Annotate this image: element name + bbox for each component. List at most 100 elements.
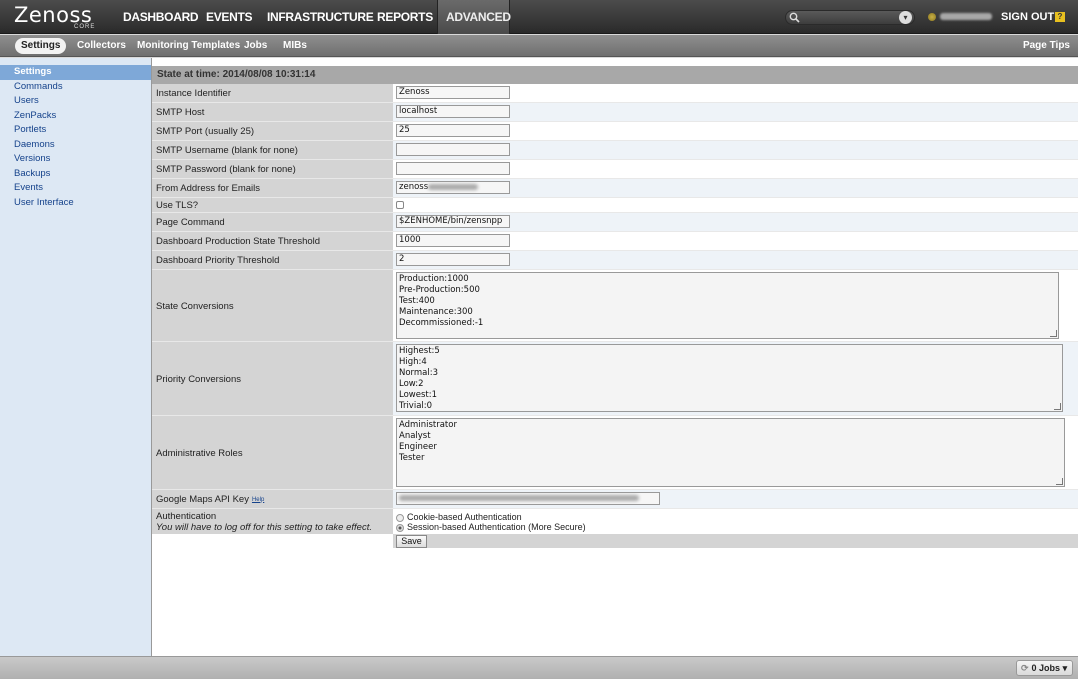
redacted-api-key	[399, 494, 639, 501]
smtp-password-input[interactable]	[396, 162, 510, 175]
logo-subtitle: CORE	[74, 24, 96, 30]
state-conversions-text: Production:1000 Pre-Production:500 Test:…	[399, 274, 484, 328]
priority-conversions-label: Priority Conversions	[152, 342, 393, 416]
priority-threshold-input[interactable]: 2	[396, 253, 510, 266]
from-address-input[interactable]: zenoss	[396, 181, 510, 194]
administrative-roles-row: Administrative Roles Administrator Analy…	[152, 416, 1078, 490]
sidebar-item-settings[interactable]: Settings	[0, 65, 151, 80]
google-maps-key-label-cell: Google Maps API Key Help	[152, 490, 393, 509]
state-conversions-textarea[interactable]: Production:1000 Pre-Production:500 Test:…	[396, 272, 1059, 339]
priority-threshold-label: Dashboard Priority Threshold	[152, 251, 393, 270]
sidebar-item-versions[interactable]: Versions	[0, 152, 151, 167]
page-tips-link[interactable]: Page Tips	[1023, 40, 1070, 51]
smtp-password-label: SMTP Password (blank for none)	[152, 160, 393, 179]
smtp-username-label: SMTP Username (blank for none)	[152, 141, 393, 160]
sidebar-item-events[interactable]: Events	[0, 181, 151, 196]
session-auth-radio[interactable]	[396, 523, 404, 532]
smtp-port-input[interactable]: 25	[396, 124, 510, 137]
help-icon[interactable]: ?	[1055, 12, 1065, 22]
zenoss-logo[interactable]: Zenoss CORE	[14, 3, 96, 30]
sidebar-item-portlets[interactable]: Portlets	[0, 123, 151, 138]
search-icon	[789, 12, 800, 23]
authentication-note: You will have to log off for this settin…	[156, 521, 372, 533]
top-navigation-bar: Zenoss CORE DASHBOARD EVENTS INFRASTRUCT…	[0, 0, 1078, 34]
authentication-label: Authentication	[156, 510, 217, 522]
jobs-label: 0 Jobs	[1031, 663, 1061, 673]
resize-grip-icon[interactable]	[1056, 478, 1063, 485]
production-threshold-label: Dashboard Production State Threshold	[152, 232, 393, 251]
subnav-jobs[interactable]: Jobs	[238, 38, 273, 54]
instance-identifier-input[interactable]: Zenoss	[396, 86, 510, 99]
auth-option-cookie[interactable]: Cookie-based Authentication	[393, 512, 1078, 522]
smtp-port-label: SMTP Port (usually 25)	[152, 122, 393, 141]
nav-advanced[interactable]: ADVANCED	[437, 0, 511, 34]
subnav-collectors[interactable]: Collectors	[71, 38, 132, 54]
settings-sidebar: Settings Commands Users ZenPacks Portlet…	[0, 58, 152, 656]
sidebar-item-users[interactable]: Users	[0, 94, 151, 109]
sidebar-item-user-interface[interactable]: User Interface	[0, 196, 151, 211]
priority-threshold-row: Dashboard Priority Threshold 2	[152, 251, 1078, 270]
administrative-roles-label: Administrative Roles	[152, 416, 393, 490]
use-tls-checkbox[interactable]	[396, 201, 404, 209]
save-button[interactable]: Save	[396, 535, 427, 548]
cookie-auth-radio[interactable]	[396, 513, 404, 522]
page-command-row: Page Command $ZENHOME/bin/zensnpp	[152, 213, 1078, 232]
resize-grip-icon[interactable]	[1054, 403, 1061, 410]
user-status-icon	[928, 13, 936, 21]
sidebar-item-commands[interactable]: Commands	[0, 80, 151, 95]
search-input[interactable]	[785, 10, 915, 25]
administrative-roles-textarea[interactable]: Administrator Analyst Engineer Tester	[396, 418, 1065, 487]
subnav-monitoring-templates[interactable]: Monitoring Templates	[131, 38, 246, 54]
resize-grip-icon[interactable]	[1050, 330, 1057, 337]
nav-dashboard[interactable]: DASHBOARD	[115, 0, 206, 34]
state-conversions-row: State Conversions Production:1000 Pre-Pr…	[152, 270, 1078, 342]
sidebar-item-backups[interactable]: Backups	[0, 167, 151, 182]
priority-conversions-text: Highest:5 High:4 Normal:3 Low:2 Lowest:1…	[399, 346, 440, 411]
sidebar-item-daemons[interactable]: Daemons	[0, 138, 151, 153]
smtp-username-input[interactable]	[396, 143, 510, 156]
google-maps-key-label: Google Maps API Key	[156, 494, 249, 505]
use-tls-label: Use TLS?	[152, 198, 393, 213]
auth-option-session[interactable]: Session-based Authentication (More Secur…	[393, 522, 1078, 532]
priority-conversions-row: Priority Conversions Highest:5 High:4 No…	[152, 342, 1078, 416]
smtp-username-row: SMTP Username (blank for none)	[152, 141, 1078, 160]
subnav-settings[interactable]: Settings	[15, 38, 67, 54]
state-conversions-label: State Conversions	[152, 270, 393, 342]
smtp-host-label: SMTP Host	[152, 103, 393, 122]
sub-navigation-bar: Settings Collectors Monitoring Templates…	[0, 35, 1078, 57]
smtp-host-row: SMTP Host localhost	[152, 103, 1078, 122]
footer-bar: ⟳ 0 Jobs ▾	[0, 656, 1078, 679]
sign-out-link[interactable]: SIGN OUT	[1001, 11, 1054, 23]
google-maps-help-link[interactable]: Help	[252, 497, 264, 503]
from-address-label: From Address for Emails	[152, 179, 393, 198]
instance-identifier-row: Instance Identifier Zenoss	[152, 84, 1078, 103]
nav-infrastructure[interactable]: INFRASTRUCTURE	[259, 0, 381, 34]
chevron-down-icon: ▾	[1062, 663, 1068, 673]
state-timestamp-header: State at time: 2014/08/08 10:31:14	[152, 66, 1078, 84]
page-command-input[interactable]: $ZENHOME/bin/zensnpp	[396, 215, 510, 228]
nav-events[interactable]: EVENTS	[198, 0, 260, 34]
page-command-label: Page Command	[152, 213, 393, 232]
smtp-port-row: SMTP Port (usually 25) 25	[152, 122, 1078, 141]
google-maps-key-row: Google Maps API Key Help	[152, 490, 1078, 509]
chevron-down-icon[interactable]: ▾	[899, 11, 912, 24]
production-threshold-row: Dashboard Production State Threshold 100…	[152, 232, 1078, 251]
authentication-label-cell: Authentication You will have to log off …	[152, 509, 393, 534]
use-tls-row: Use TLS?	[152, 198, 1078, 213]
from-address-row: From Address for Emails zenoss	[152, 179, 1078, 198]
save-row: Save	[393, 534, 1078, 548]
instance-identifier-label: Instance Identifier	[152, 84, 393, 103]
smtp-password-row: SMTP Password (blank for none)	[152, 160, 1078, 179]
authentication-row: Authentication You will have to log off …	[152, 509, 1078, 534]
nav-reports[interactable]: REPORTS	[369, 0, 441, 34]
from-address-value: zenoss	[399, 182, 429, 192]
username-redacted	[940, 13, 992, 20]
session-auth-label: Session-based Authentication (More Secur…	[407, 522, 586, 532]
smtp-host-input[interactable]: localhost	[396, 105, 510, 118]
priority-conversions-textarea[interactable]: Highest:5 High:4 Normal:3 Low:2 Lowest:1…	[396, 344, 1063, 412]
jobs-button[interactable]: ⟳ 0 Jobs ▾	[1016, 660, 1073, 676]
google-maps-key-input[interactable]	[396, 492, 660, 505]
subnav-mibs[interactable]: MIBs	[277, 38, 313, 54]
sidebar-item-zenpacks[interactable]: ZenPacks	[0, 109, 151, 124]
production-threshold-input[interactable]: 1000	[396, 234, 510, 247]
